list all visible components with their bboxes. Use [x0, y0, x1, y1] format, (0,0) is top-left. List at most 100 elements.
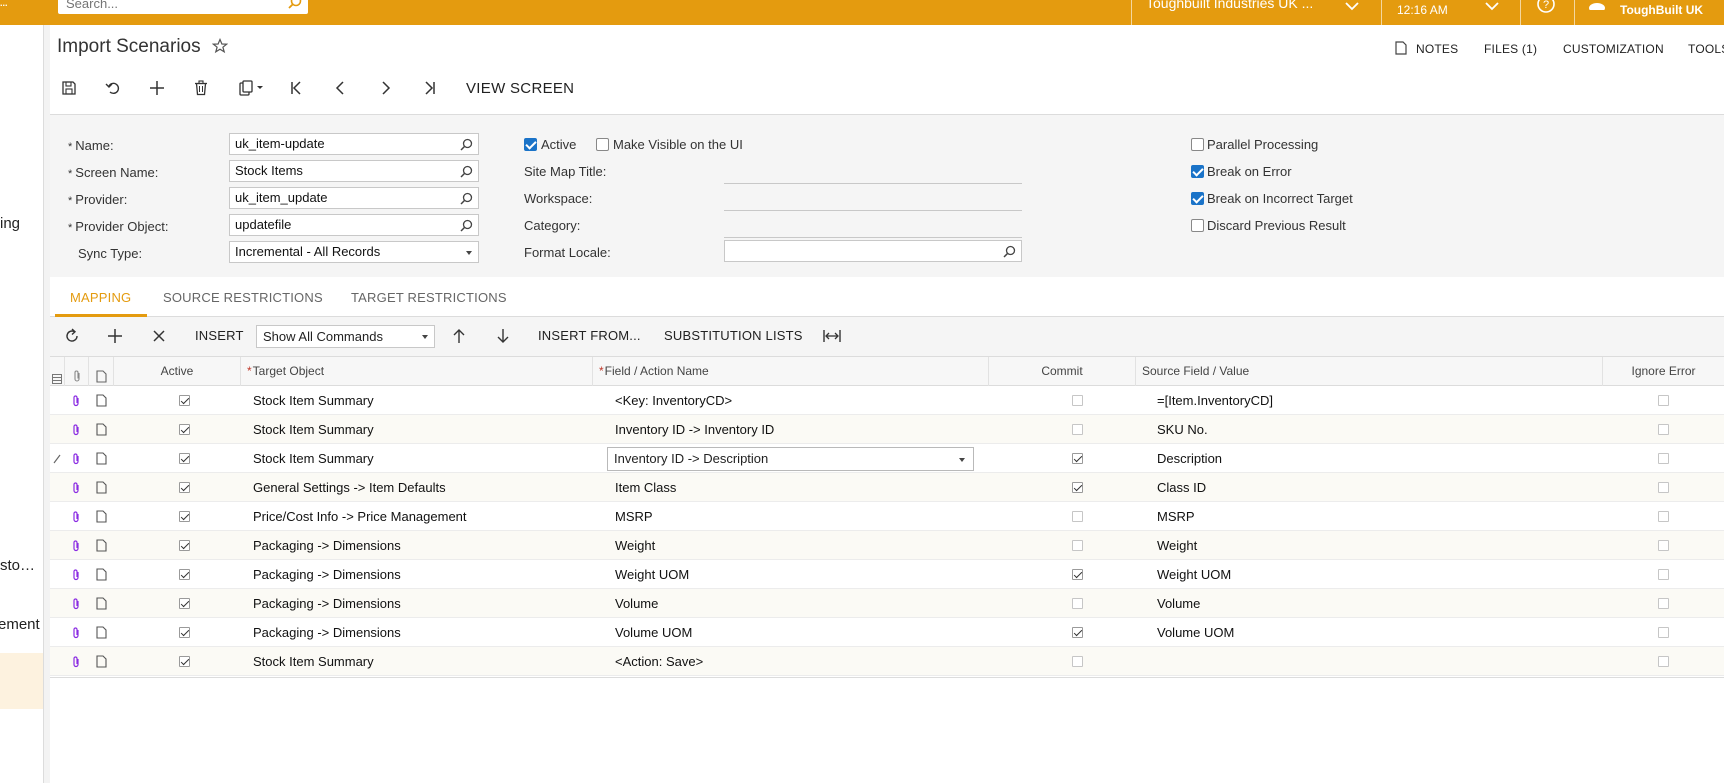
row-active-checkbox[interactable]: [179, 424, 190, 435]
commit-checkbox[interactable]: [1072, 511, 1083, 522]
global-search[interactable]: [58, 0, 308, 14]
target-object-cell[interactable]: Packaging -> Dimensions: [253, 560, 588, 589]
move-up-button[interactable]: [449, 327, 469, 347]
undo-button[interactable]: [99, 77, 127, 101]
attachment-icon[interactable]: [71, 627, 81, 642]
row-active-checkbox[interactable]: [179, 511, 190, 522]
row-active-checkbox[interactable]: [179, 540, 190, 551]
table-row[interactable]: Stock Item Summary Inventory ID -> Descri…: [50, 444, 1724, 473]
field-action-column-header[interactable]: *Field / Action Name: [593, 357, 989, 386]
row-active-checkbox[interactable]: [179, 598, 190, 609]
provider-field[interactable]: uk_item_update: [229, 187, 479, 209]
category-field[interactable]: [724, 237, 1022, 238]
commit-checkbox[interactable]: [1072, 453, 1083, 464]
source-field-cell[interactable]: Volume UOM: [1157, 618, 1597, 647]
dropdown-arrow-icon[interactable]: [959, 458, 965, 462]
lookup-icon[interactable]: [460, 137, 473, 157]
target-object-cell[interactable]: Price/Cost Info -> Price Management: [253, 502, 588, 531]
add-row-button[interactable]: [105, 327, 125, 347]
notes-link[interactable]: NOTES: [1416, 42, 1458, 56]
commit-checkbox[interactable]: [1072, 395, 1083, 406]
chevron-down-icon[interactable]: [1485, 0, 1499, 15]
ignore-error-checkbox[interactable]: [1658, 656, 1669, 667]
target-object-cell[interactable]: Packaging -> Dimensions: [253, 531, 588, 560]
discard-previous-result-checkbox[interactable]: [1191, 219, 1204, 232]
attachment-icon[interactable]: [71, 540, 81, 555]
nav-item-partial[interactable]: ement: [0, 616, 40, 633]
ignore-error-checkbox[interactable]: [1658, 395, 1669, 406]
source-field-cell[interactable]: Weight UOM: [1157, 560, 1597, 589]
screen-name-field[interactable]: Stock Items: [229, 160, 479, 182]
break-on-incorrect-target-checkbox[interactable]: [1191, 192, 1204, 205]
tab-target-restrictions[interactable]: TARGET RESTRICTIONS: [351, 290, 507, 305]
ignore-error-checkbox[interactable]: [1658, 453, 1669, 464]
note-icon[interactable]: [96, 481, 107, 497]
ignore-error-checkbox[interactable]: [1658, 511, 1669, 522]
last-record-button[interactable]: [415, 77, 443, 101]
lookup-icon[interactable]: [460, 164, 473, 184]
ignore-error-column-header[interactable]: Ignore Error: [1603, 357, 1724, 386]
field-action-cell[interactable]: Volume UOM: [615, 618, 985, 647]
row-active-checkbox[interactable]: [179, 395, 190, 406]
refresh-button[interactable]: [62, 327, 82, 347]
notes-icon[interactable]: [1395, 41, 1407, 58]
next-record-button[interactable]: [371, 77, 399, 101]
source-field-cell[interactable]: Volume: [1157, 589, 1597, 618]
note-icon[interactable]: [96, 539, 107, 555]
table-row[interactable]: Stock Item Summary Inventory ID -> Invent…: [50, 415, 1724, 444]
row-active-checkbox[interactable]: [179, 627, 190, 638]
site-map-title-field[interactable]: [724, 183, 1022, 184]
target-object-cell[interactable]: Stock Item Summary: [253, 647, 588, 676]
files-link[interactable]: FILES (1): [1484, 42, 1537, 56]
ignore-error-checkbox[interactable]: [1658, 598, 1669, 609]
source-field-cell[interactable]: Description: [1157, 444, 1597, 473]
target-object-cell[interactable]: Packaging -> Dimensions: [253, 618, 588, 647]
lookup-icon[interactable]: [460, 218, 473, 238]
provider-object-field[interactable]: updatefile: [229, 214, 479, 236]
tab-mapping[interactable]: MAPPING: [70, 290, 131, 305]
previous-record-button[interactable]: [327, 77, 355, 101]
row-active-checkbox[interactable]: [179, 569, 190, 580]
save-button[interactable]: [55, 77, 83, 101]
active-checkbox[interactable]: [524, 138, 537, 151]
favorite-star-icon[interactable]: [211, 37, 229, 57]
commit-checkbox[interactable]: [1072, 598, 1083, 609]
customization-link[interactable]: CUSTOMIZATION: [1563, 42, 1664, 56]
nav-item-partial[interactable]: sto…: [0, 557, 35, 574]
field-action-cell[interactable]: Weight: [615, 531, 985, 560]
commit-checkbox[interactable]: [1072, 540, 1083, 551]
commit-checkbox[interactable]: [1072, 424, 1083, 435]
first-record-button[interactable]: [283, 77, 311, 101]
note-icon[interactable]: [96, 394, 107, 410]
user-name[interactable]: ToughBuilt UK: [1620, 3, 1703, 17]
active-column-header[interactable]: Active: [114, 357, 241, 386]
chevron-down-icon[interactable]: [1345, 0, 1359, 15]
attachment-icon[interactable]: [71, 511, 81, 526]
source-field-cell[interactable]: Class ID: [1157, 473, 1597, 502]
row-active-checkbox[interactable]: [179, 453, 190, 464]
attachment-icon[interactable]: [71, 656, 81, 671]
lookup-icon[interactable]: [1003, 244, 1016, 264]
table-row[interactable]: Stock Item Summary <Key: InventoryCD> =[It…: [50, 386, 1724, 415]
format-locale-field[interactable]: [724, 240, 1022, 262]
commit-column-header[interactable]: Commit: [989, 357, 1136, 386]
table-row[interactable]: Packaging -> Dimensions Weight UOM Weight …: [50, 560, 1724, 589]
commit-checkbox[interactable]: [1072, 656, 1083, 667]
field-action-cell[interactable]: Weight UOM: [615, 560, 985, 589]
field-action-cell[interactable]: Volume: [615, 589, 985, 618]
fit-columns-button[interactable]: [822, 327, 842, 347]
table-row[interactable]: General Settings -> Item Defaults Item Cl…: [50, 473, 1724, 502]
company-logo[interactable]: ...: [0, 0, 36, 14]
nav-item-partial[interactable]: ing: [0, 215, 20, 232]
source-field-cell[interactable]: Weight: [1157, 531, 1597, 560]
field-action-cell[interactable]: <Action: Save>: [615, 647, 985, 676]
field-action-cell[interactable]: MSRP: [615, 502, 985, 531]
attachment-icon[interactable]: [71, 598, 81, 613]
workspace-field[interactable]: [724, 210, 1022, 211]
ignore-error-checkbox[interactable]: [1658, 569, 1669, 580]
tab-source-restrictions[interactable]: SOURCE RESTRICTIONS: [163, 290, 323, 305]
make-visible-checkbox[interactable]: [596, 138, 609, 151]
table-row[interactable]: Packaging -> Dimensions Volume UOM Volume …: [50, 618, 1724, 647]
name-field[interactable]: uk_item-update: [229, 133, 479, 155]
target-object-cell[interactable]: Packaging -> Dimensions: [253, 589, 588, 618]
